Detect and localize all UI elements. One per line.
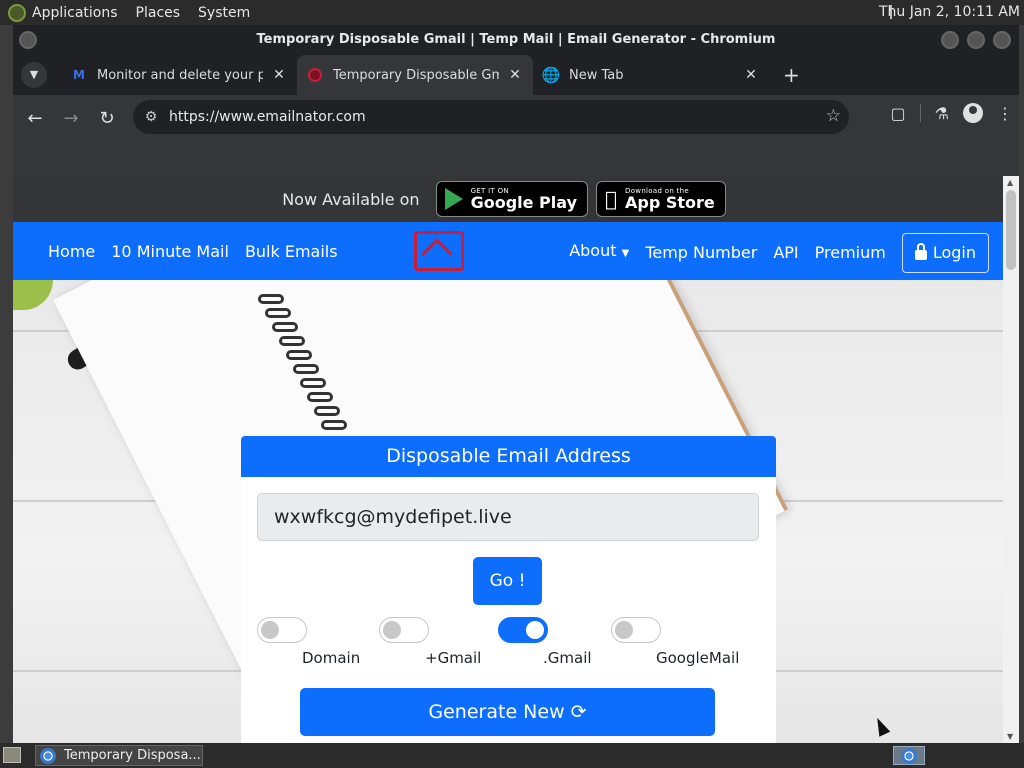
tab-strip: ▼ M Monitor and delete your pers ✕ Tempo… [13, 55, 1019, 95]
url-text[interactable]: https://www.emailnator.com [169, 109, 366, 125]
available-on-text: Now Available on [282, 189, 420, 209]
more-menu-icon[interactable]: ⋮ [997, 104, 1013, 123]
workspace-switcher[interactable] [893, 746, 925, 765]
window-menu-button[interactable] [19, 31, 37, 49]
nav-temp-number[interactable]: Temp Number [645, 234, 757, 272]
app-download-banner: Now Available on GET IT ON Google Play … [13, 176, 1003, 222]
scroll-down-arrow-icon[interactable]: ▼ [1007, 732, 1013, 741]
google-play-badge[interactable]: GET IT ON Google Play [435, 181, 588, 217]
app-store-badge[interactable]:  Download on the App Store [596, 181, 726, 217]
caret-down-icon: ▼ [621, 248, 630, 259]
window-title: Temporary Disposable Gmail | Temp Mail |… [256, 32, 776, 47]
monitor-m-icon: M [73, 68, 85, 82]
clock[interactable]: Thu Jan 2, 10:11 AM [879, 4, 1020, 20]
emailnator-icon [307, 67, 323, 83]
close-window-button[interactable] [993, 31, 1011, 49]
card-header: Disposable Email Address [241, 436, 776, 477]
login-label: Login [932, 242, 976, 262]
nav-home[interactable]: Home [48, 242, 95, 261]
generate-new-label: Generate New [428, 701, 565, 723]
tab-title: Monitor and delete your pers [97, 67, 263, 83]
menu-places[interactable]: Places [136, 5, 181, 21]
menu-applications[interactable]: Applications [32, 5, 118, 21]
nav-bulk-emails[interactable]: Bulk Emails [245, 242, 338, 261]
site-settings-icon[interactable]: ⚙ [133, 109, 169, 125]
tab-title: New Tab [569, 67, 624, 83]
tab-title: Temporary Disposable Gmai [333, 67, 499, 83]
new-tab-plus-icon[interactable]: + [783, 63, 800, 87]
system-taskbar: Temporary Disposa... [0, 743, 1024, 768]
show-desktop-icon[interactable] [3, 747, 21, 763]
extensions-puzzle-icon[interactable]: ▢ [891, 104, 906, 123]
maximize-button[interactable] [967, 31, 985, 49]
distro-logo-icon[interactable] [8, 3, 26, 22]
reload-icon[interactable]: ↻ [89, 108, 125, 129]
globe-icon: 🌐 [541, 66, 561, 84]
tab-search-chevron-icon[interactable]: ▼ [21, 62, 47, 88]
refresh-icon: ⟳ [570, 701, 587, 723]
tab-close-icon[interactable]: ✕ [743, 67, 759, 83]
profile-avatar-icon[interactable] [963, 103, 983, 123]
tab-emailnator[interactable]: Temporary Disposable Gmai ✕ [297, 55, 533, 95]
site-navbar: Home 10 Minute Mail Bulk Emails About ▼ … [13, 222, 1003, 280]
nav-api[interactable]: API [773, 234, 798, 272]
toolbar-separator [919, 104, 921, 122]
page-viewport: Now Available on GET IT ON Google Play … [13, 176, 1003, 743]
nav-about-label: About [569, 241, 617, 260]
toggle-plus-gmail[interactable] [379, 617, 429, 643]
page-scrollbar[interactable]: ▲ ▼ [1003, 176, 1019, 743]
back-arrow-icon[interactable]: ← [17, 108, 53, 129]
tab-monitor[interactable]: M Monitor and delete your pers ✕ [61, 55, 297, 95]
label-domain: Domain [302, 649, 361, 667]
toggle-googlemail[interactable] [611, 617, 661, 643]
label-googlemail: GoogleMail [656, 649, 740, 667]
nav-premium[interactable]: Premium [815, 234, 886, 272]
browser-window: Temporary Disposable Gmail | Temp Mail |… [13, 25, 1019, 743]
menu-system[interactable]: System [198, 5, 250, 21]
plant-leaf-image [13, 280, 53, 310]
forward-arrow-icon[interactable]: → [53, 108, 89, 129]
google-play-big-text: Google Play [470, 192, 577, 212]
tab-new-tab[interactable]: 🌐 New Tab ✕ [533, 55, 769, 95]
label-dot-gmail: .Gmail [543, 649, 592, 667]
scrollbar-thumb[interactable] [1006, 190, 1016, 270]
emailnator-logo[interactable] [414, 231, 464, 271]
nav-10-minute-mail[interactable]: 10 Minute Mail [111, 242, 229, 261]
labs-flask-icon[interactable]: ⚗ [935, 104, 949, 123]
generated-email-field[interactable]: wxwfkcg@mydefipet.live [257, 493, 759, 541]
toggle-domain[interactable] [257, 617, 307, 643]
label-plus-gmail: +Gmail [425, 649, 482, 667]
apple-icon:  [605, 187, 617, 211]
taskbar-window-button[interactable]: Temporary Disposa... [35, 745, 203, 766]
address-bar[interactable]: ⚙ https://www.emailnator.com ☆ [133, 100, 849, 134]
nav-about[interactable]: About ▼ [569, 232, 629, 273]
system-top-panel: Applications Places System Thu Jan 2, 10… [0, 0, 1024, 25]
email-generator-card: Disposable Email Address wxwfkcg@mydefip… [241, 436, 776, 743]
browser-toolbar: ← → ↻ ⚙ https://www.emailnator.com ☆ ▢ ⚗… [13, 95, 1019, 141]
tab-close-icon[interactable]: ✕ [271, 67, 287, 83]
taskbar-window-title: Temporary Disposa... [64, 748, 201, 763]
bookmark-star-icon[interactable]: ☆ [826, 106, 841, 126]
lock-icon [914, 242, 927, 260]
chromium-icon [40, 747, 56, 764]
tab-close-icon[interactable]: ✕ [507, 67, 523, 83]
window-titlebar[interactable]: Temporary Disposable Gmail | Temp Mail |… [13, 25, 1019, 55]
google-play-icon [444, 188, 463, 210]
login-button[interactable]: Login [901, 232, 989, 273]
scroll-up-arrow-icon[interactable]: ▲ [1007, 178, 1013, 187]
go-button[interactable]: Go ! [473, 557, 542, 605]
chromium-icon [901, 748, 917, 764]
app-store-big-text: App Store [619, 192, 715, 212]
generate-new-button[interactable]: Generate New ⟳ [300, 688, 715, 736]
hero-background: Disposable Email Address wxwfkcg@mydefip… [13, 280, 1003, 743]
minimize-button[interactable] [941, 31, 959, 49]
toggle-dot-gmail[interactable] [498, 617, 548, 643]
